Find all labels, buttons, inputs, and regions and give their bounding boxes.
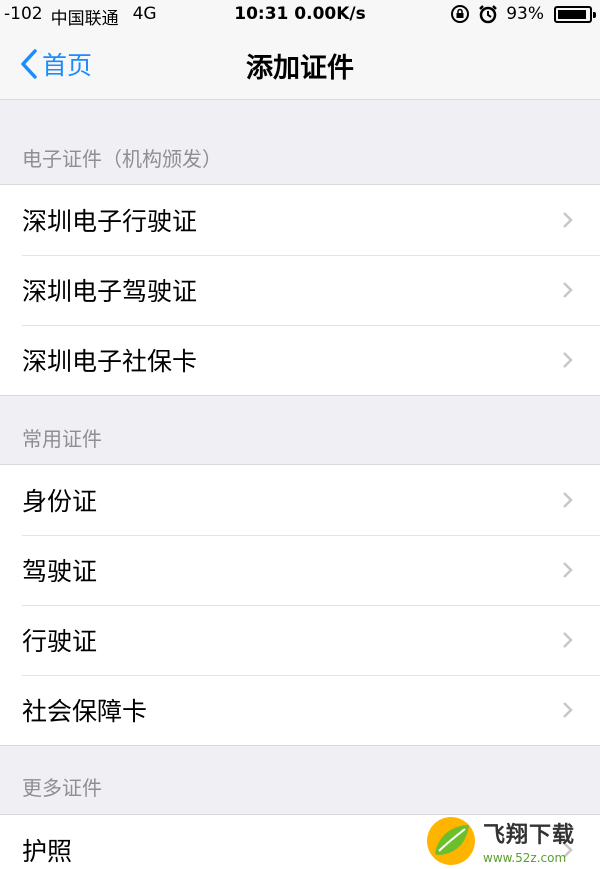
chevron-right-icon [563,212,573,228]
list-item-driver-license[interactable]: 驾驶证 [0,535,600,605]
list-item-label: 深圳电子驾驶证 [22,277,198,306]
battery-percent: 93% [506,4,544,24]
chevron-right-icon [563,562,573,578]
watermark-text: 飞翔下载 www.52z.com [483,817,575,865]
section-header-electronic: 电子证件（机构颁发） [22,147,222,171]
chevron-right-icon [563,632,573,648]
battery-fill [558,9,586,19]
watermark-title: 飞翔下载 [483,822,576,848]
list-item-shenzhen-social-security[interactable]: 深圳电子社保卡 [0,325,600,395]
list-item-shenzhen-vehicle-license[interactable]: 深圳电子行驶证 [0,185,600,255]
section-header-common: 常用证件 [22,427,102,451]
list-item-label: 驾驶证 [22,557,98,586]
list-item-label: 深圳电子行驶证 [22,207,198,236]
list-item-label: 社会保障卡 [22,697,148,726]
chevron-right-icon [563,352,573,368]
group-electronic: 深圳电子行驶证 深圳电子驾驶证 深圳电子社保卡 [0,184,600,396]
alarm-icon [479,5,498,24]
chevron-right-icon [563,492,573,508]
watermark-url: www.52z.com [483,850,567,865]
navigation-bar: 首页 添加证件 [0,30,600,100]
battery-icon [554,5,596,23]
list-item-social-security-card[interactable]: 社会保障卡 [0,675,600,745]
watermark: 飞翔下载 www.52z.com [425,812,600,869]
status-right: 93% [450,4,596,24]
leaf-logo-icon [427,816,475,865]
list-item-label: 身份证 [22,487,98,516]
group-common: 身份证 驾驶证 行驶证 社会保障卡 [0,464,600,746]
list-item-label: 行驶证 [22,627,98,656]
page-title: 添加证件 [246,53,354,84]
chevron-right-icon [563,282,573,298]
status-bar: -102 中国联通 4G 10:31 0.00K/s 93% [0,0,600,30]
list-item-vehicle-license[interactable]: 行驶证 [0,605,600,675]
chevron-right-icon [563,702,573,718]
list-item-label: 深圳电子社保卡 [22,347,198,376]
section-header-more: 更多证件 [22,776,102,800]
orientation-lock-icon [451,5,470,23]
list-item-id-card[interactable]: 身份证 [0,465,600,535]
list-item-shenzhen-driver-license[interactable]: 深圳电子驾驶证 [0,255,600,325]
